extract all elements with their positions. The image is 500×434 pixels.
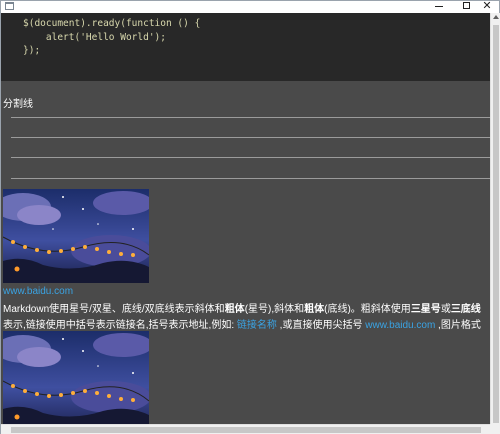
image-link[interactable]: www.baidu.com [3,286,73,297]
text-segment: 表示,链接使用中括号表示链接名,括号表示地址,例如: [3,320,237,331]
text-segment: (底线)。粗斜体使用 [324,304,411,315]
text-segment: 或 [440,304,451,315]
code-line: alert('Hello World'); [23,32,166,43]
horizontal-scroll-thumb[interactable] [11,427,481,433]
vertical-scroll-thumb[interactable] [493,25,499,423]
text-segment: (星号),斜体和 [244,304,305,315]
hr-section-title: 分割线 [3,99,33,110]
bold-text: 三底线 [450,304,481,315]
app-icon [5,2,14,10]
scrollbar-corner [490,424,500,434]
markdown-preview[interactable]: $(document).ready(function () { alert('H… [1,13,490,434]
title-bar[interactable]: ✕ [1,0,500,13]
code-block: $(document).ready(function () { alert('H… [1,13,490,81]
maximize-icon [463,2,470,9]
code-line: $(document).ready(function () { [23,18,201,29]
close-icon: ✕ [482,0,492,12]
code-line: }); [23,45,41,56]
horizontal-rule [11,137,490,138]
night-lanterns-image [3,331,149,434]
markdown-paragraph-line: Markdown使用星号/双星、底线/双底线表示斜体和粗体(星号),斜体和粗体(… [3,300,489,315]
bold-text: 粗体 [304,304,325,315]
text-segment: Markdown使用星号/双星、底线/双底线表示斜体和 [3,304,225,315]
markdown-paragraph-line: 表示,链接使用中括号表示链接名,括号表示地址,例如: 链接名称 ,或直接使用尖括… [3,316,489,331]
night-lanterns-image [3,189,149,283]
minimize-icon [435,6,443,7]
url-link[interactable]: www.baidu.com [365,320,435,331]
vertical-scrollbar[interactable] [490,13,500,424]
bold-text: 三星号 [410,304,441,315]
minimize-button[interactable] [425,0,453,13]
horizontal-rule [11,157,490,158]
horizontal-rule [11,178,490,179]
horizontal-scrollbar[interactable] [1,424,490,434]
text-segment: ,图片格式 [435,320,481,331]
app-window: ✕ $(document).ready(function () { alert(… [0,0,500,434]
scroll-up-arrow-icon[interactable] [493,15,499,19]
text-segment: ,或直接使用尖括号 [276,320,366,331]
horizontal-rule [11,117,490,118]
close-button[interactable]: ✕ [473,0,500,13]
bold-text: 粗体 [224,304,245,315]
named-link[interactable]: 链接名称 [237,320,277,331]
